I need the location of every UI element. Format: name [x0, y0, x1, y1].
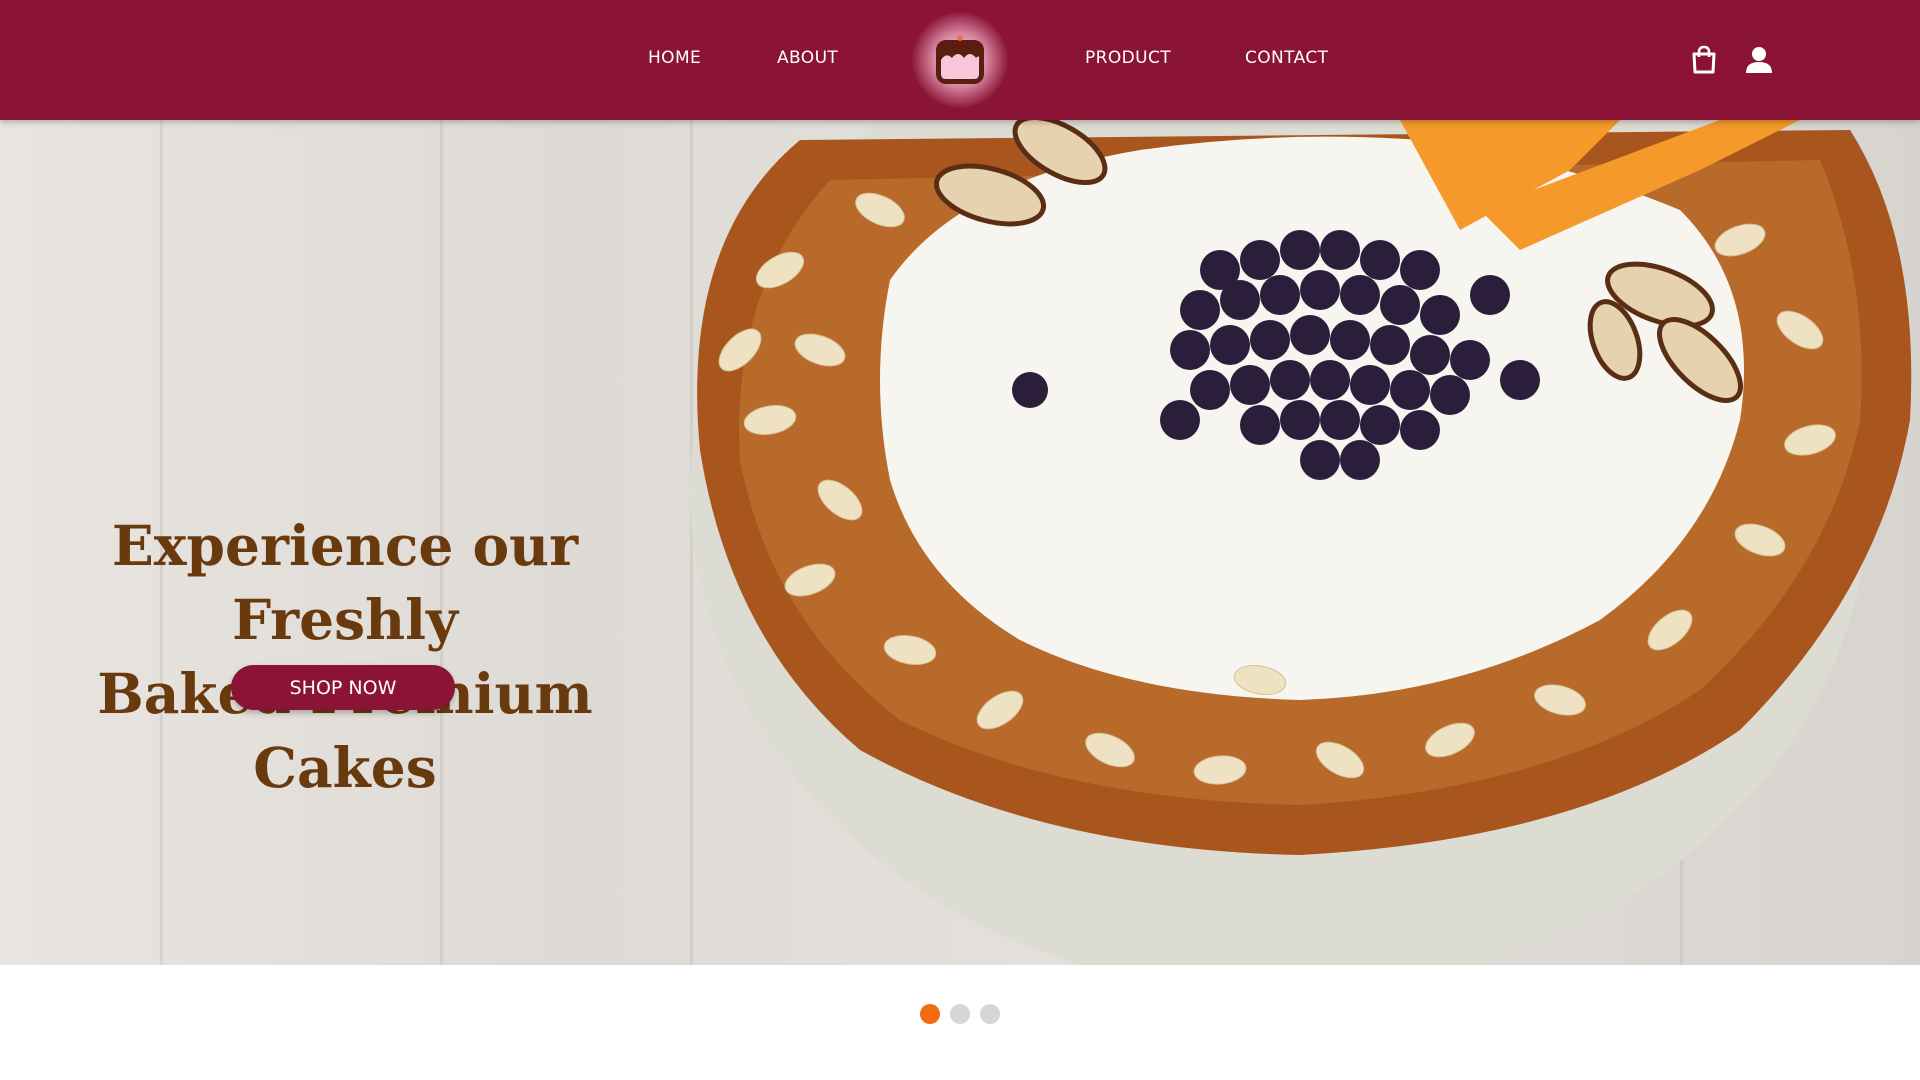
shop-now-button[interactable]: SHOP NOW	[231, 665, 455, 710]
hero-cake-image	[690, 120, 1912, 965]
site-header: HOME ABOUT PRODUCT CONTACT	[0, 0, 1920, 120]
hero-banner: Experience our FreshlyBaked Premium Cake…	[0, 120, 1920, 965]
nav-contact[interactable]: CONTACT	[1245, 48, 1328, 68]
nav-product[interactable]: PRODUCT	[1085, 48, 1171, 68]
carousel-dot-1[interactable]	[920, 1004, 940, 1024]
nav-about[interactable]: ABOUT	[777, 48, 838, 68]
carousel-dot-3[interactable]	[980, 1004, 1000, 1024]
carousel-dot-2[interactable]	[950, 1004, 970, 1024]
nav-home[interactable]: HOME	[648, 48, 701, 68]
user-icon[interactable]	[1743, 44, 1775, 76]
hero-title: Experience our FreshlyBaked Premium Cake…	[40, 509, 650, 805]
hero-title-line1: Experience our Freshly	[111, 512, 579, 652]
cake-logo-icon	[936, 35, 984, 84]
shopping-bag-icon[interactable]	[1688, 44, 1720, 76]
brand-logo[interactable]	[912, 12, 1008, 108]
